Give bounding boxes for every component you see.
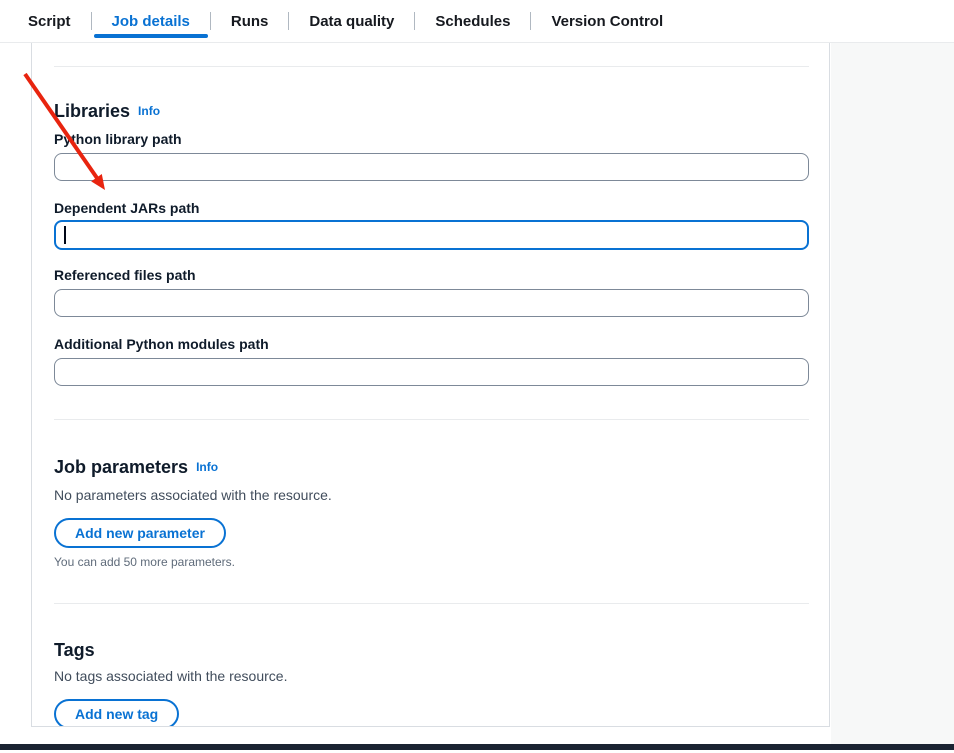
add-new-parameter-button[interactable]: Add new parameter: [54, 518, 226, 548]
tab-job-details[interactable]: Job details: [92, 0, 210, 42]
libraries-info-link[interactable]: Info: [138, 104, 160, 118]
job-details-panel: Libraries Info Python library path Depend…: [31, 43, 830, 727]
tab-label: Job details: [112, 13, 190, 30]
job-parameters-hint-text: You can add 50 more parameters.: [54, 554, 809, 570]
additional-python-modules-path-input[interactable]: [54, 358, 809, 386]
section-divider: [54, 66, 809, 67]
job-parameters-info-link[interactable]: Info: [196, 460, 218, 474]
tags-empty-text: No tags associated with the resource.: [54, 666, 809, 686]
dependent-jars-path-label: Dependent JARs path: [54, 199, 809, 217]
dependent-jars-path-input[interactable]: [54, 220, 809, 250]
tags-section: Tags No tags associated with the resourc…: [54, 639, 809, 727]
libraries-title: Libraries: [54, 101, 130, 121]
job-parameters-title: Job parameters: [54, 457, 188, 477]
python-library-path-label: Python library path: [54, 130, 809, 148]
right-background: [831, 43, 954, 744]
section-divider: [54, 419, 809, 420]
referenced-files-path-input[interactable]: [54, 289, 809, 317]
libraries-section: Libraries Info Python library path Depend…: [54, 100, 809, 386]
additional-python-modules-path-label: Additional Python modules path: [54, 335, 809, 353]
job-parameters-section: Job parameters Info No parameters associa…: [54, 456, 809, 570]
bottom-divider-bar: [0, 744, 954, 750]
tab-label: Schedules: [435, 13, 510, 30]
tab-bar: Script Job details Runs Data quality Sch…: [0, 0, 954, 43]
tab-data-quality[interactable]: Data quality: [289, 0, 414, 42]
referenced-files-path-label: Referenced files path: [54, 266, 809, 284]
python-library-path-input[interactable]: [54, 153, 809, 181]
job-parameters-heading: Job parameters Info: [54, 456, 809, 478]
add-new-tag-button[interactable]: Add new tag: [54, 699, 179, 727]
text-cursor: [64, 226, 66, 244]
tab-runs[interactable]: Runs: [211, 0, 289, 42]
tab-version-control[interactable]: Version Control: [531, 0, 683, 42]
content-area: Libraries Info Python library path Depend…: [0, 43, 954, 753]
libraries-heading: Libraries Info: [54, 100, 809, 122]
tab-label: Runs: [231, 13, 269, 30]
tab-script[interactable]: Script: [8, 0, 91, 42]
tab-label: Version Control: [551, 13, 663, 30]
dependent-jars-path-input-wrap: [54, 220, 809, 250]
job-parameters-empty-text: No parameters associated with the resour…: [54, 485, 809, 505]
tab-schedules[interactable]: Schedules: [415, 0, 530, 42]
tab-label: Data quality: [309, 13, 394, 30]
section-divider: [54, 603, 809, 604]
tab-label: Script: [28, 13, 71, 30]
tags-heading: Tags: [54, 639, 809, 661]
